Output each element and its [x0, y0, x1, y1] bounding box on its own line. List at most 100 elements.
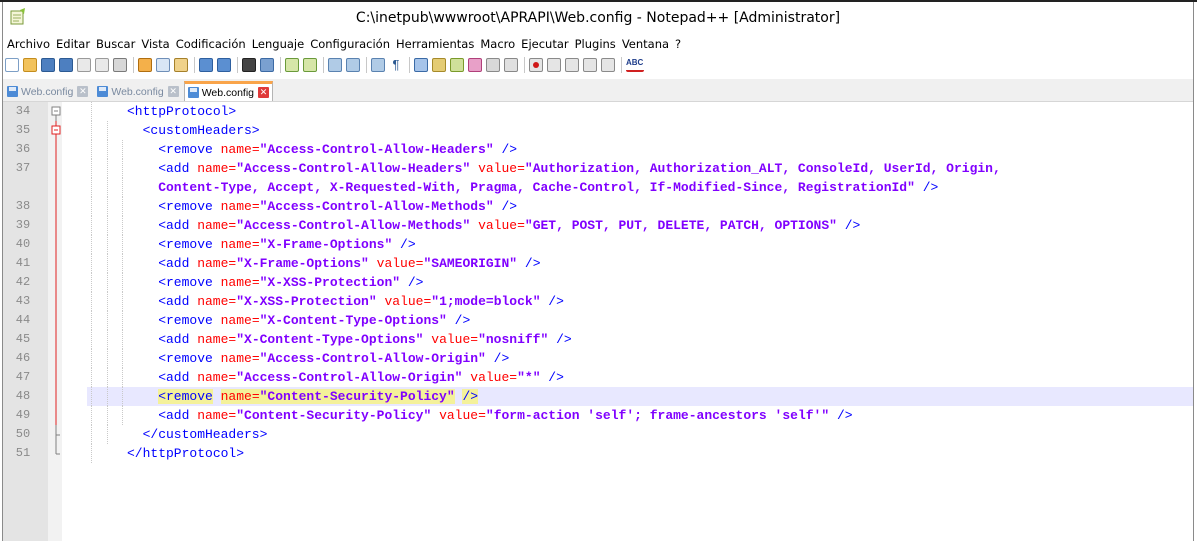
title-bar[interactable]: C:\inetpub\wwwroot\APRAPI\Web.config - N… [3, 2, 1193, 34]
code-area[interactable]: </customHeaders> [87, 425, 1193, 444]
paste-icon[interactable] [174, 58, 188, 72]
code-line[interactable]: 49 <add name="Content-Security-Policy" va… [3, 406, 1193, 425]
copy-icon[interactable] [156, 58, 170, 72]
editor[interactable]: 34 <httpProtocol> 35 <customHeaders> 36 <remo… [3, 102, 1193, 541]
spell-check-icon[interactable]: ABC [626, 58, 644, 72]
show-all-chars-icon[interactable]: ¶ [389, 58, 403, 72]
code-line[interactable]: 45 <add name="X-Content-Type-Options" val… [3, 330, 1193, 349]
code-area[interactable]: <remove name="Content-Security-Policy" /… [87, 387, 1193, 406]
menu-item-9[interactable]: Ejecutar [521, 37, 568, 51]
code-line[interactable]: 43 <add name="X-XSS-Protection" value="1;… [3, 292, 1193, 311]
notepadpp-app-icon[interactable] [9, 8, 27, 26]
menu-item-0[interactable]: Archivo [7, 37, 50, 51]
code-area[interactable]: <remove name="X-Content-Type-Options" /> [87, 311, 1193, 330]
code-area[interactable]: <add name="X-Frame-Options" value="SAMEO… [87, 254, 1193, 273]
code-area[interactable]: <add name="Access-Control-Allow-Methods"… [87, 216, 1193, 235]
print-icon[interactable] [113, 58, 127, 72]
save-icon[interactable] [41, 58, 55, 72]
code-area[interactable]: <add name="X-XSS-Protection" value="1;mo… [87, 292, 1193, 311]
zoom-out-icon[interactable] [303, 58, 317, 72]
zoom-in-icon[interactable] [285, 58, 299, 72]
code-area[interactable]: <remove name="X-XSS-Protection" /> [87, 273, 1193, 292]
menu-item-11[interactable]: Ventana [622, 37, 669, 51]
code-line[interactable]: 40 <remove name="X-Frame-Options" /> [3, 235, 1193, 254]
code-text: <remove name="X-Frame-Options" /> [158, 235, 415, 254]
code-area[interactable]: <add name="Access-Control-Allow-Headers"… [87, 159, 1193, 178]
code-line[interactable]: 46 <remove name="Access-Control-Allow-Ori… [3, 349, 1193, 368]
code-area[interactable]: <remove name="Access-Control-Allow-Origi… [87, 349, 1193, 368]
sync-v-icon[interactable] [328, 58, 342, 72]
macro-run-multiple-icon[interactable] [583, 58, 597, 72]
close-icon[interactable] [77, 58, 91, 72]
indent-guide [91, 159, 93, 178]
code-area[interactable]: <customHeaders> [87, 121, 1193, 140]
menu-item-2[interactable]: Buscar [96, 37, 135, 51]
code-line[interactable]: 37 <add name="Access-Control-Allow-Header… [3, 159, 1193, 178]
line-number: 35 [15, 123, 31, 137]
close-all-icon[interactable] [95, 58, 109, 72]
open-file-icon[interactable] [23, 58, 37, 72]
word-wrap-icon[interactable] [371, 58, 385, 72]
udl-icon[interactable] [432, 58, 446, 72]
redo-icon[interactable] [217, 58, 231, 72]
fold-toggle-icon[interactable] [51, 102, 61, 121]
indent-guide-icon[interactable] [414, 58, 428, 72]
code-line[interactable]: 39 <add name="Access-Control-Allow-Method… [3, 216, 1193, 235]
code-line[interactable]: 41 <add name="X-Frame-Options" value="SAM… [3, 254, 1193, 273]
sync-h-icon[interactable] [346, 58, 360, 72]
macro-stop-icon[interactable] [547, 58, 561, 72]
code-line[interactable]: 38 <remove name="Access-Control-Allow-Met… [3, 197, 1193, 216]
macro-play-icon[interactable] [565, 58, 579, 72]
code-area[interactable]: <remove name="Access-Control-Allow-Heade… [87, 140, 1193, 159]
token-attr: value= [478, 218, 525, 233]
tab-web-config-3[interactable]: Web.config ✕ [183, 81, 274, 101]
code-line[interactable]: 34 <httpProtocol> [3, 102, 1193, 121]
menu-item-1[interactable]: Editar [56, 37, 90, 51]
code-area[interactable]: <add name="Content-Security-Policy" valu… [87, 406, 1193, 425]
menu-item-7[interactable]: Herramientas [396, 37, 474, 51]
save-all-icon[interactable] [59, 58, 73, 72]
code-line[interactable]: 50 </customHeaders> [3, 425, 1193, 444]
token-val: "X-XSS-Protection" [259, 275, 401, 290]
macro-save-icon[interactable] [601, 58, 615, 72]
menu-item-3[interactable]: Vista [141, 37, 169, 51]
menu-item-8[interactable]: Macro [480, 37, 515, 51]
code-line-wrapped[interactable]: Content-Type, Accept, X-Requested-With, … [3, 178, 1193, 197]
tab-close-icon[interactable]: ✕ [77, 86, 89, 97]
find-icon[interactable] [242, 58, 256, 72]
tab-close-icon[interactable]: ✕ [167, 86, 179, 97]
folder-as-workspace-icon[interactable] [486, 58, 500, 72]
doc-map-icon[interactable] [450, 58, 464, 72]
function-list-icon[interactable] [468, 58, 482, 72]
cut-icon[interactable] [138, 58, 152, 72]
fold-toggle-icon[interactable] [51, 121, 61, 140]
code-line[interactable]: 42 <remove name="X-XSS-Protection" /> [3, 273, 1193, 292]
code-line[interactable]: 36 <remove name="Access-Control-Allow-Hea… [3, 140, 1193, 159]
menu-item-10[interactable]: Plugins [575, 37, 616, 51]
code-line[interactable]: 44 <remove name="X-Content-Type-Options" … [3, 311, 1193, 330]
code-area[interactable]: <add name="Access-Control-Allow-Origin" … [87, 368, 1193, 387]
code-area[interactable]: <remove name="Access-Control-Allow-Metho… [87, 197, 1193, 216]
macro-record-icon[interactable] [529, 58, 543, 72]
code-area[interactable]: Content-Type, Accept, X-Requested-With, … [87, 178, 1193, 197]
code-area[interactable]: <httpProtocol> [87, 102, 1193, 121]
line-number: 34 [15, 104, 31, 118]
tab-web-config-2[interactable]: Web.config ✕ [93, 81, 182, 101]
menu-item-4[interactable]: Codificación [176, 37, 246, 51]
code-line[interactable]: 47 <add name="Access-Control-Allow-Origin… [3, 368, 1193, 387]
code-area[interactable]: <add name="X-Content-Type-Options" value… [87, 330, 1193, 349]
menu-item-6[interactable]: Configuración [310, 37, 390, 51]
tab-web-config-1[interactable]: Web.config ✕ [3, 81, 92, 101]
replace-icon[interactable] [260, 58, 274, 72]
code-area[interactable]: </httpProtocol> [87, 444, 1193, 463]
undo-icon[interactable] [199, 58, 213, 72]
menu-item-12[interactable]: ? [675, 37, 681, 51]
code-line-current[interactable]: 48 <remove name="Content-Security-Policy"… [3, 387, 1193, 406]
menu-item-5[interactable]: Lenguaje [252, 37, 304, 51]
new-file-icon[interactable] [5, 58, 19, 72]
code-line[interactable]: 35 <customHeaders> [3, 121, 1193, 140]
tab-close-icon[interactable]: ✕ [258, 87, 270, 98]
code-area[interactable]: <remove name="X-Frame-Options" /> [87, 235, 1193, 254]
monitor-icon[interactable] [504, 58, 518, 72]
code-line[interactable]: 51 </httpProtocol> [3, 444, 1193, 463]
